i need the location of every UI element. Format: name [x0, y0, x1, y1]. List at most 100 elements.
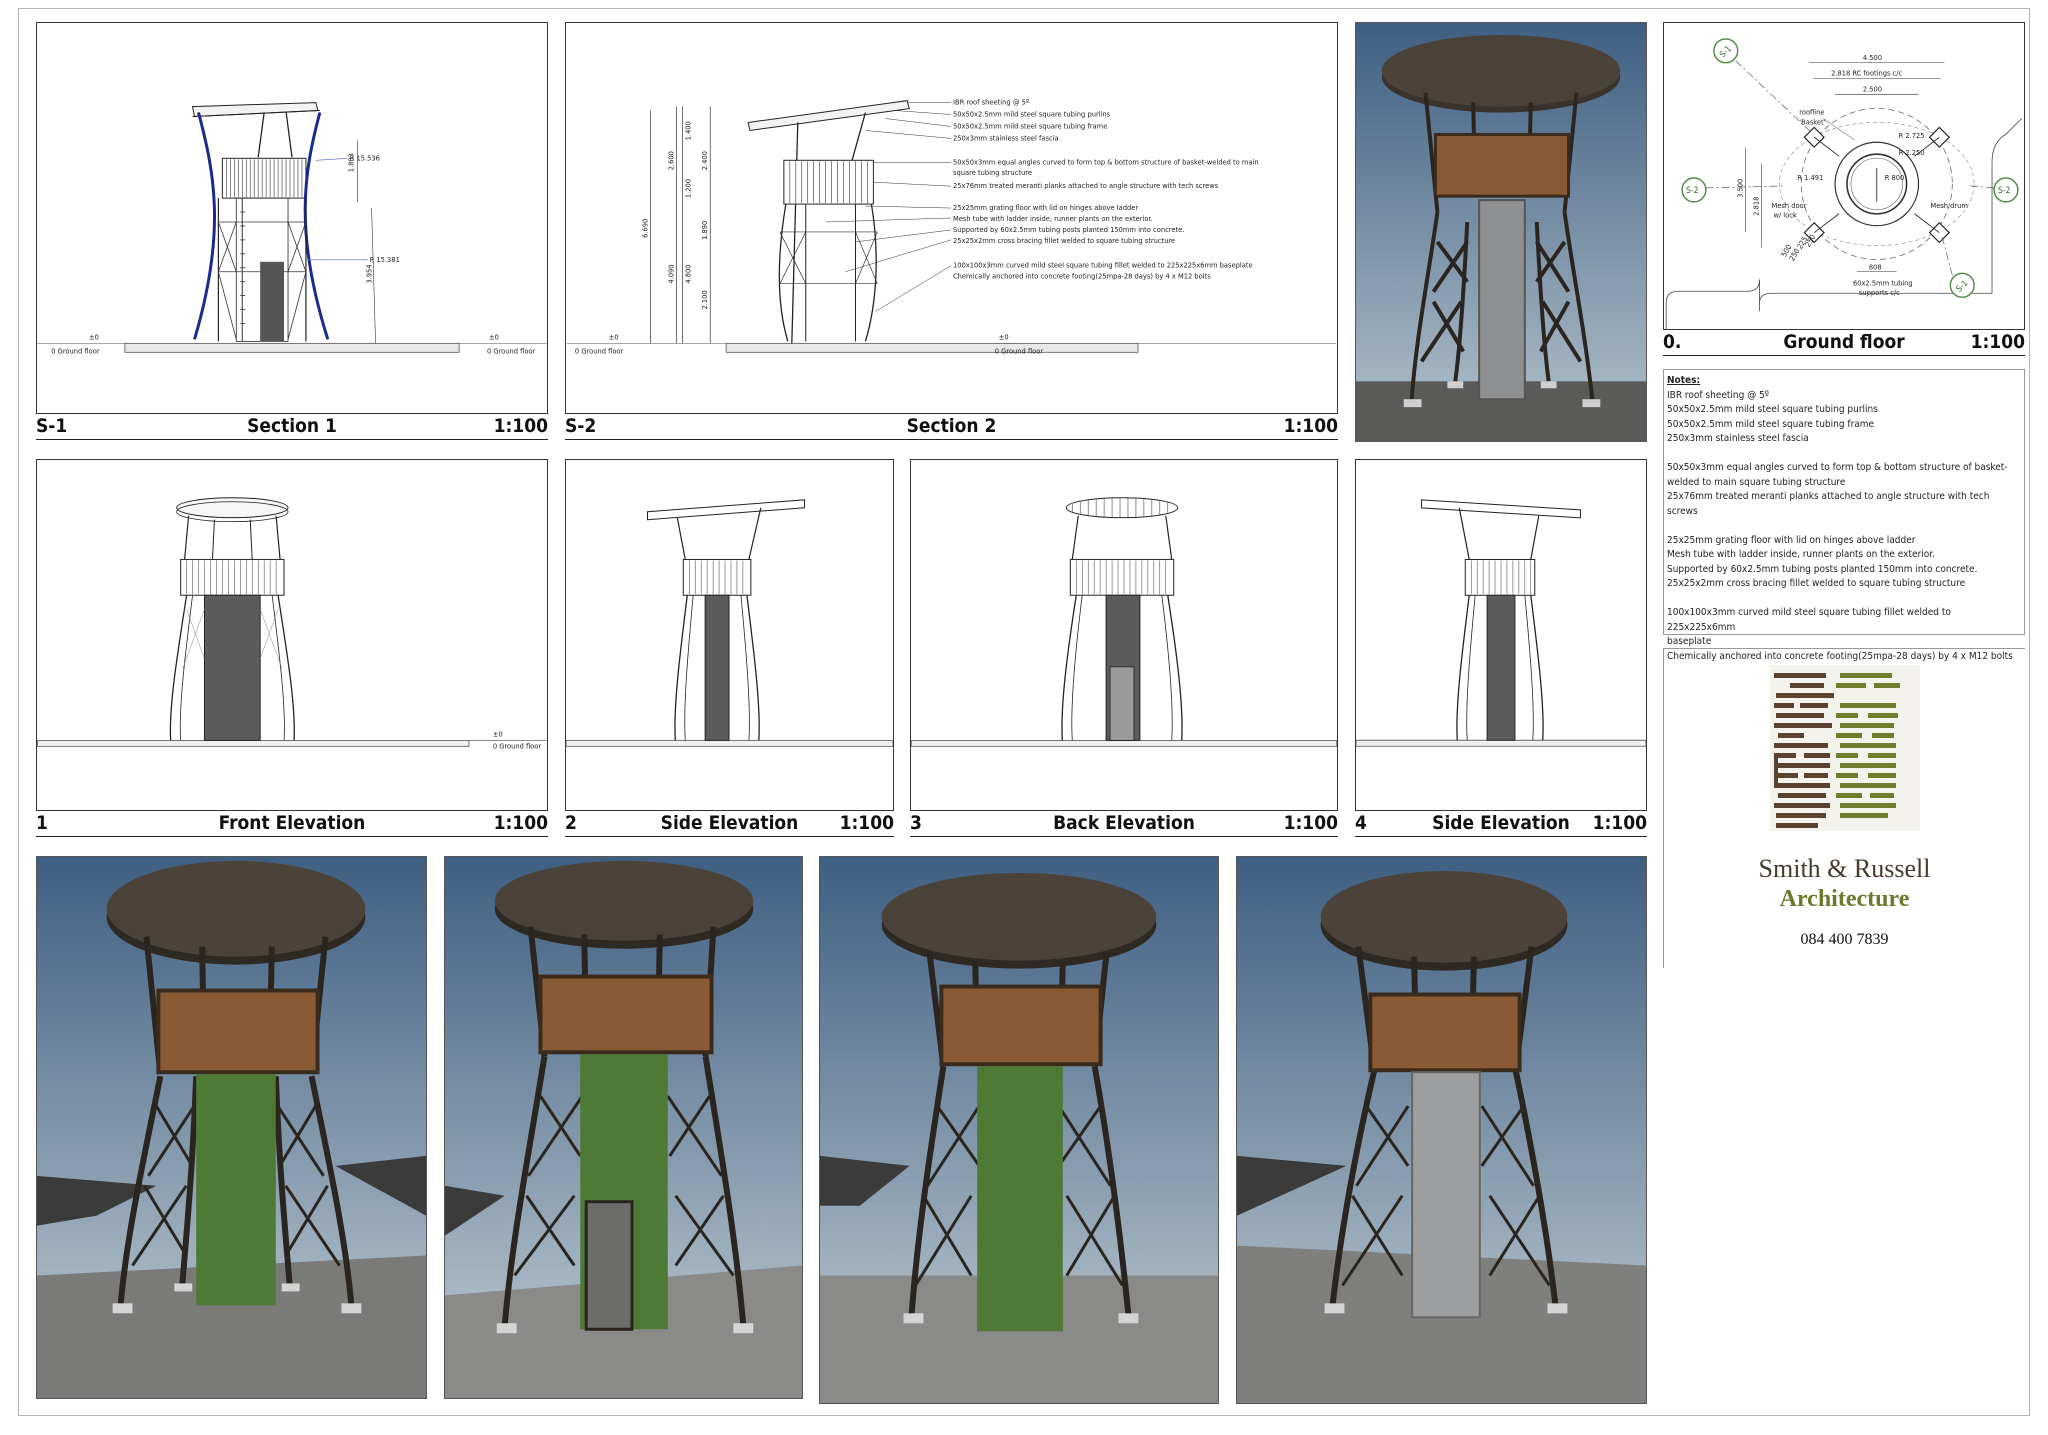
caption-num: 3 [910, 812, 922, 834]
section-1-drawing: 0 Ground floor 0 Ground floor ±0 ±0 1.80… [36, 22, 548, 414]
ground-label-right: 0 Ground floor [995, 346, 1044, 355]
caption-scale: 1:100 [839, 812, 894, 834]
section-marker-s1-top: S-1 [1713, 38, 1814, 135]
caption-title: Back Elevation [1053, 812, 1195, 834]
section-2-svg: 0 Ground floor 0 Ground floor ±0 ±0 6.69… [566, 98, 1337, 355]
annotation: 250x3mm stainless steel fascia [953, 133, 1059, 142]
caption-num: 1 [36, 812, 48, 834]
dim-col3-2: 1.200 [683, 179, 692, 198]
caption-section-2: S-2 Section 2 1:100 [565, 414, 1338, 440]
radius-1: R 2.725 [1899, 131, 1925, 140]
radius-2: R 2.250 [1899, 148, 1925, 157]
level-mark-left: ±0 [609, 332, 619, 341]
dim-col4-2: 1.890 [700, 221, 709, 240]
annotation: 100x100x3mm curved mild steel square tub… [953, 261, 1253, 270]
dim-v1: 3.500 [1736, 179, 1745, 198]
section-2-drawing: 0 Ground floor 0 Ground floor ±0 ±0 6.69… [565, 22, 1338, 414]
level-mark-right: ±0 [489, 332, 499, 341]
dim-col3-3: 4.800 [683, 264, 692, 283]
annotation: 50x50x3mm equal angles curved to form to… [953, 157, 1259, 166]
lock-label: w/ lock [1773, 211, 1796, 220]
notes-line: 25x25mm grating floor with lid on hinges… [1667, 534, 1916, 546]
firm-logo-mark [1770, 665, 1920, 831]
annotation: 25x76mm treated meranti planks attached … [953, 181, 1219, 190]
dim-v2: 2.818 [1752, 197, 1761, 216]
firm-subtitle: Architecture [1779, 886, 1910, 912]
side-elevation-4-drawing [1355, 459, 1647, 811]
caption-scale: 1:100 [493, 415, 548, 437]
radius-3: R 1.491 [1797, 173, 1823, 182]
back-elevation-drawing [910, 459, 1338, 811]
roofline-label: roofline [1799, 107, 1824, 116]
firm-phone: 084 400 7839 [1800, 931, 1889, 948]
annotation: Chemically anchored into concrete footin… [953, 272, 1211, 281]
caption-num: S-1 [36, 415, 68, 437]
caption-scale: 1:100 [1283, 812, 1338, 834]
caption-title: Section 2 [906, 415, 997, 437]
side-elevation-2-svg [566, 499, 893, 747]
ground-label: 0 Ground floor [493, 741, 542, 750]
section-marker-s1-bottom: S-1 [1942, 237, 1975, 298]
level-mark: ±0 [493, 729, 503, 738]
notes-line: 25x25x2mm cross bracing fillet welded to… [1667, 578, 1966, 589]
tower-render-svg [1356, 23, 1646, 441]
firm-name: Smith & Russell [1758, 854, 1931, 883]
render-bottom-2 [444, 856, 803, 1399]
radius-4: R 800 [1885, 173, 1905, 182]
tubing-label-2: supports c/c [1859, 288, 1900, 297]
notes-line: 50x50x2.5mm mild steel square tubing fra… [1667, 418, 1875, 430]
level-mark-right: ±0 [999, 332, 1009, 341]
ground-label-right: 0 Ground floor [487, 346, 536, 355]
notes-line: IBR roof sheeting @ 5º [1667, 389, 1770, 401]
svg-text:S-2: S-2 [1686, 185, 1699, 195]
level-mark-left: ±0 [89, 332, 99, 341]
annotation: 25x25x2mm cross bracing fillet welded to… [953, 236, 1175, 245]
annotation: 50x50x2.5mm mild steel square tubing pur… [953, 110, 1111, 119]
dim-808: 808 [1869, 262, 1882, 271]
tower-render-svg [1237, 857, 1646, 1403]
annotation: Supported by 60x2.5mm tubing posts plant… [953, 225, 1184, 234]
side-elevation-2-drawing [565, 459, 894, 811]
caption-scale: 1:100 [1970, 331, 2025, 353]
radius-a: R 15.536 [350, 153, 380, 162]
caption-section-1: S-1 Section 1 1:100 [36, 414, 548, 440]
front-elevation-svg: ±0 0 Ground floor [37, 497, 547, 750]
side-elevation-4-svg [1356, 499, 1646, 747]
notes-line: 25x76mm treated meranti planks attached … [1667, 491, 1990, 517]
caption-side-elevation-2: 2 Side Elevation 1:100 [565, 811, 894, 837]
tower-render-svg [37, 857, 426, 1398]
notes-line: welded to main square tubing structure [1667, 476, 1846, 488]
tower-render-svg [820, 857, 1218, 1403]
notes-panel: Notes: IBR roof sheeting @ 5º 50x50x2.5m… [1663, 369, 2025, 662]
dim-b: 3.954 [365, 264, 374, 283]
annotation: IBR roof sheeting @ 5º [953, 98, 1029, 107]
section-1-svg: 0 Ground floor 0 Ground floor ±0 ±0 1.80… [37, 102, 547, 355]
caption-num: 0. [1663, 331, 1682, 353]
front-elevation-drawing: ±0 0 Ground floor [36, 459, 548, 811]
dim-col4-1: 2.400 [700, 151, 709, 170]
mesh-drum-label: Mesh drum [1930, 201, 1968, 210]
dim-top: 4.500 [1863, 53, 1882, 62]
annotation: 50x50x2.5mm mild steel square tubing fra… [953, 121, 1107, 130]
caption-front-elevation: 1 Front Elevation 1:100 [36, 811, 548, 837]
annotation: 25x25mm grating floor with lid on hinges… [953, 203, 1138, 212]
svg-text:S-2: S-2 [1998, 185, 2011, 195]
caption-scale: 1:100 [1283, 415, 1338, 437]
section-marker-s2-right: S-2 [1970, 177, 2019, 203]
dim-mid-2: 4.090 [666, 264, 675, 283]
annotation: square tubing structure [953, 168, 1032, 177]
mesh-door-label: Mesh door [1771, 201, 1806, 210]
firm-logo-panel: Smith & Russell Architecture 084 400 783… [1663, 648, 2025, 968]
notes-line: Supported by 60x2.5mm tubing posts plant… [1667, 563, 1978, 575]
dim-col3-1: 1.400 [683, 121, 692, 140]
render-top-right [1355, 22, 1647, 442]
notes-line: 50x50x3mm equal angles curved to form to… [1667, 462, 2008, 473]
annotation: Mesh tube with ladder inside, runner pla… [953, 214, 1153, 223]
render-bottom-1 [36, 856, 427, 1399]
tower-render-svg [445, 857, 802, 1398]
dim-footings: 2.818 RC footings c/c [1831, 69, 1902, 78]
ground-label-left: 0 Ground floor [51, 346, 100, 355]
render-bottom-4 [1236, 856, 1647, 1404]
back-elevation-svg [911, 497, 1337, 747]
dim-mid-1: 2.600 [666, 151, 675, 170]
